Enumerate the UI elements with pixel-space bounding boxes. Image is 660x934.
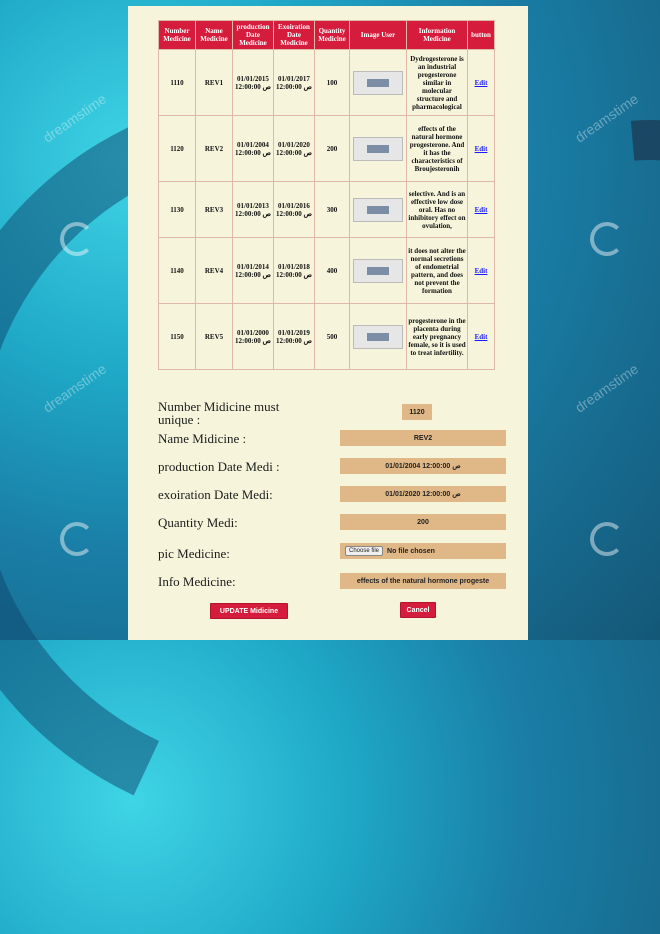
cell-number: 1110 — [158, 49, 196, 116]
medicine-image — [353, 258, 403, 283]
cancel-button[interactable]: Cancel — [400, 602, 436, 618]
cell-info: progesterone in the placenta during earl… — [406, 303, 468, 370]
quantity-field[interactable]: 200 — [340, 514, 506, 530]
edit-link[interactable]: Edit — [475, 79, 488, 87]
cell-quantity: 500 — [314, 303, 350, 370]
cell-image — [349, 115, 407, 182]
table-row: 1110 REV1 01/01/2015 12:00:00 ص 01/01/20… — [158, 49, 495, 116]
content-panel: Number Medicine Name Medicine production… — [128, 6, 528, 640]
number-field[interactable]: 1120 — [402, 404, 432, 420]
table-row: 1130 REV3 01/01/2013 12:00:00 ص 01/01/20… — [158, 181, 495, 238]
medicine-image — [353, 70, 403, 95]
cell-image — [349, 181, 407, 238]
watermark-text: dreamstime — [40, 90, 110, 146]
cell-expiration: 01/01/2017 12:00:00 ص — [273, 49, 315, 116]
cell-name: REV1 — [195, 49, 233, 116]
watermark-spiral-icon — [590, 222, 624, 256]
cell-name: REV5 — [195, 303, 233, 370]
cell-button: Edit — [467, 115, 495, 182]
production-date-label: production Date Medi : — [158, 459, 280, 474]
cell-production: 01/01/2000 12:00:00 ص — [232, 303, 274, 370]
medicine-image — [353, 324, 403, 349]
column-header-button: button — [467, 20, 495, 50]
cell-expiration: 01/01/2020 12:00:00 ص — [273, 115, 315, 182]
cell-info: it does not alter the normal secretions … — [406, 237, 468, 304]
cell-production: 01/01/2013 12:00:00 ص — [232, 181, 274, 238]
cell-button: Edit — [467, 303, 495, 370]
medicine-table: Number Medicine Name Medicine production… — [158, 20, 495, 370]
column-header-info: Information Medicine — [406, 20, 468, 50]
column-header-production: production Date Medicine — [232, 20, 274, 50]
cell-name: REV4 — [195, 237, 233, 304]
cell-image — [349, 303, 407, 370]
medicine-image — [353, 136, 403, 161]
pic-label: pic Medicine: — [158, 546, 230, 561]
cell-info: Dydrogesterone is an industrial progeste… — [406, 49, 468, 116]
column-header-image: Image User — [349, 20, 407, 50]
watermark-spiral-icon — [590, 522, 624, 556]
cell-number: 1130 — [158, 181, 196, 238]
quantity-label: Quantity Medi: — [158, 515, 238, 530]
cell-quantity: 300 — [314, 181, 350, 238]
expiration-date-label: exoiration Date Medi: — [158, 487, 273, 502]
cell-expiration: 01/01/2019 12:00:00 ص — [273, 303, 315, 370]
edit-link[interactable]: Edit — [475, 267, 488, 275]
column-header-quantity: Quantity Medicine — [314, 20, 350, 50]
cell-info: effects of the natural hormone progester… — [406, 115, 468, 182]
info-field[interactable]: effects of the natural hormone progeste — [340, 573, 506, 589]
cell-expiration: 01/01/2016 12:00:00 ص — [273, 181, 315, 238]
cell-button: Edit — [467, 181, 495, 238]
choose-file-button[interactable]: Choose file — [345, 546, 384, 556]
cell-quantity: 200 — [314, 115, 350, 182]
medicine-image — [353, 197, 403, 222]
edit-link[interactable]: Edit — [475, 206, 488, 214]
watermark-spiral-icon — [60, 222, 94, 256]
cell-production: 01/01/2015 12:00:00 ص — [232, 49, 274, 116]
cell-number: 1140 — [158, 237, 196, 304]
cell-production: 01/01/2004 12:00:00 ص — [232, 115, 274, 182]
column-header-expiration: Exoiration Date Medicine — [273, 20, 315, 50]
cell-info: selective. And is an effective low dose … — [406, 181, 468, 238]
cell-quantity: 400 — [314, 237, 350, 304]
cell-button: Edit — [467, 237, 495, 304]
cell-number: 1150 — [158, 303, 196, 370]
cell-image — [349, 237, 407, 304]
number-label: Number Midicine must unique : — [158, 399, 280, 427]
table-header-row: Number Medicine Name Medicine production… — [158, 20, 495, 50]
update-button[interactable]: UPDATE Midicine — [210, 603, 288, 619]
file-input[interactable]: Choose file No file chosen — [340, 543, 506, 559]
table-row: 1140 REV4 01/01/2014 12:00:00 ص 01/01/20… — [158, 237, 495, 304]
cell-button: Edit — [467, 49, 495, 116]
table-row: 1150 REV5 01/01/2000 12:00:00 ص 01/01/20… — [158, 303, 495, 370]
name-label: Name Midicine : — [158, 431, 247, 446]
column-header-name: Name Medicine — [195, 20, 233, 50]
edit-link[interactable]: Edit — [475, 333, 488, 341]
cell-name: REV3 — [195, 181, 233, 238]
edit-link[interactable]: Edit — [475, 145, 488, 153]
name-field[interactable]: REV2 — [340, 430, 506, 446]
table-row: 1120 REV2 01/01/2004 12:00:00 ص 01/01/20… — [158, 115, 495, 182]
production-date-field[interactable]: 01/01/2004 12:00:00 ص — [340, 458, 506, 474]
info-label: Info Medicine: — [158, 574, 236, 589]
cell-production: 01/01/2014 12:00:00 ص — [232, 237, 274, 304]
column-header-number: Number Medicine — [158, 20, 196, 50]
watermark-spiral-icon — [60, 522, 94, 556]
cell-number: 1120 — [158, 115, 196, 182]
cell-name: REV2 — [195, 115, 233, 182]
cell-quantity: 100 — [314, 49, 350, 116]
cell-image — [349, 49, 407, 116]
file-status: No file chosen — [387, 547, 435, 555]
expiration-date-field[interactable]: 01/01/2020 12:00:00 ص — [340, 486, 506, 502]
cell-expiration: 01/01/2018 12:00:00 ص — [273, 237, 315, 304]
